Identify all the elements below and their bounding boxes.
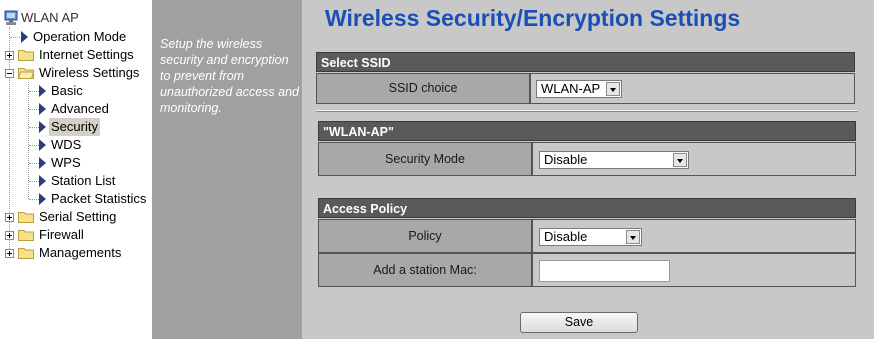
page-arrow-icon	[39, 121, 46, 133]
tree-item-label: Wireless Settings	[39, 65, 140, 80]
computer-icon	[4, 10, 18, 25]
main-content: Wireless Security/Encryption Settings Se…	[302, 0, 874, 339]
station-mac-label: Add a station Mac:	[318, 253, 532, 287]
policy-select[interactable]: Disable	[539, 228, 642, 246]
policy-value: Disable	[544, 229, 588, 244]
page-arrow-icon	[39, 103, 46, 115]
tree-item-label: Operation Mode	[33, 29, 127, 44]
ssid-choice-cell: WLAN-AP	[530, 73, 855, 104]
tree-item-label: Packet Statistics	[51, 191, 147, 206]
navigation-tree: WLAN AP Operation Mode Internet Settings…	[0, 0, 152, 339]
save-button[interactable]: Save	[520, 312, 638, 333]
expand-plus-icon[interactable]	[5, 231, 14, 240]
tree-item-label: Advanced	[51, 101, 109, 116]
policy-cell: Disable	[532, 219, 856, 253]
tree-item-internet-settings[interactable]: Internet Settings	[18, 46, 150, 64]
security-mode-value: Disable	[544, 152, 588, 167]
tree-item-label: Internet Settings	[39, 47, 134, 62]
folder-icon	[18, 230, 34, 241]
tree-item-label: WDS	[51, 137, 82, 152]
tree-item-label: Station List	[51, 173, 116, 188]
folder-icon	[18, 248, 34, 259]
description-panel: Setup the wireless security and encrypti…	[152, 0, 302, 339]
page-arrow-icon	[21, 31, 28, 43]
section-divider	[316, 110, 858, 112]
folder-icon	[18, 212, 34, 223]
security-mode-cell: Disable	[532, 142, 856, 176]
tree-item-station-list[interactable]: Station List	[38, 172, 148, 190]
expand-plus-icon[interactable]	[5, 51, 14, 60]
ssid-choice-value: WLAN-AP	[541, 81, 601, 96]
tree-root[interactable]: WLAN AP	[4, 9, 144, 27]
tree-item-label: WPS	[51, 155, 81, 170]
tree-item-advanced[interactable]: Advanced	[38, 100, 148, 118]
tree-item-wireless-settings[interactable]: Wireless Settings	[18, 64, 150, 82]
security-mode-label: Security Mode	[318, 142, 532, 176]
security-section-header: "WLAN-AP"	[318, 121, 856, 141]
security-mode-select[interactable]: Disable	[539, 151, 689, 169]
page-arrow-icon	[39, 139, 46, 151]
station-mac-cell	[532, 253, 856, 287]
ssid-section-header: Select SSID	[316, 52, 855, 72]
tree-item-serial-setting[interactable]: Serial Setting	[18, 208, 150, 226]
access-policy-header: Access Policy	[318, 198, 856, 218]
page-arrow-icon	[39, 193, 46, 205]
ssid-choice-select[interactable]: WLAN-AP	[536, 80, 622, 98]
tree-item-managements[interactable]: Managements	[18, 244, 150, 262]
folder-icon	[18, 50, 34, 61]
dropdown-arrow-icon[interactable]	[626, 230, 640, 244]
page-title: Wireless Security/Encryption Settings	[325, 5, 741, 31]
policy-label: Policy	[318, 219, 532, 253]
dropdown-arrow-icon[interactable]	[673, 153, 687, 167]
page-arrow-icon	[39, 175, 46, 187]
tree-item-wps[interactable]: WPS	[38, 154, 148, 172]
tree-item-packet-statistics[interactable]: Packet Statistics	[38, 190, 150, 208]
tree-item-label: Basic	[51, 83, 83, 98]
expand-plus-icon[interactable]	[5, 213, 14, 222]
tree-item-label: Serial Setting	[39, 209, 117, 224]
tree-item-basic[interactable]: Basic	[38, 82, 148, 100]
tree-root-label: WLAN AP	[21, 10, 79, 25]
tree-item-firewall[interactable]: Firewall	[18, 226, 150, 244]
station-mac-input[interactable]	[539, 260, 670, 282]
expand-plus-icon[interactable]	[5, 249, 14, 258]
tree-item-security[interactable]: Security	[38, 118, 148, 136]
page-description: Setup the wireless security and encrypti…	[160, 37, 299, 115]
tree-item-label-selected: Security	[49, 118, 100, 136]
dropdown-arrow-icon[interactable]	[606, 82, 620, 96]
folder-open-icon	[18, 68, 34, 79]
tree-item-label: Managements	[39, 245, 122, 260]
tree-connector	[10, 37, 20, 38]
tree-item-operation-mode[interactable]: Operation Mode	[20, 28, 150, 46]
collapse-minus-icon[interactable]	[5, 69, 14, 78]
tree-item-label: Firewall	[39, 227, 84, 242]
page-arrow-icon	[39, 157, 46, 169]
page-arrow-icon	[39, 85, 46, 97]
ssid-choice-label: SSID choice	[316, 73, 530, 104]
tree-item-wds[interactable]: WDS	[38, 136, 148, 154]
